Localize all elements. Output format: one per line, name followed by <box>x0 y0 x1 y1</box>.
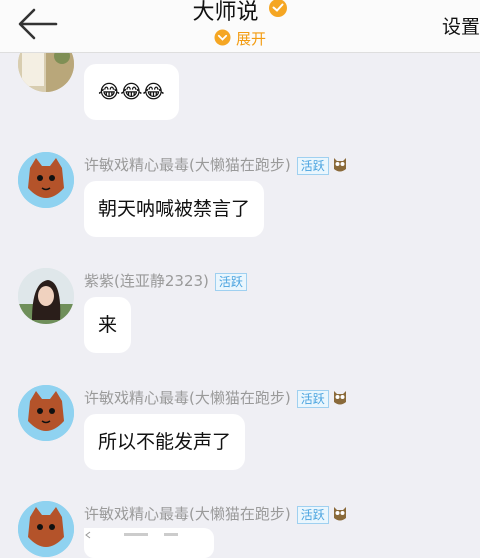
image-message[interactable] <box>84 528 214 558</box>
message-bubble[interactable]: 😂😂😂 <box>84 64 179 120</box>
owl-icon <box>333 388 347 410</box>
settings-button[interactable]: 设置 <box>442 12 480 39</box>
chat-title: 大师说 <box>0 0 480 26</box>
sender-name: 许敏戏精心最毒(大懒猫在跑步) 活跃 <box>84 387 347 410</box>
sender-name: 紫紫(连亚静2323) 活跃 <box>84 270 247 291</box>
message-text: 😂😂😂 <box>98 81 165 103</box>
owl-icon <box>333 504 347 526</box>
message-text: 朝天呐喊被禁言了 <box>98 198 251 220</box>
page-title: 大师说 <box>192 0 259 25</box>
message-bubble[interactable]: 朝天呐喊被禁言了 <box>84 181 265 237</box>
verified-badge-icon <box>268 0 288 22</box>
avatar[interactable] <box>18 268 74 324</box>
sender-name-text: 许敏戏精心最毒(大懒猫在跑步) <box>84 389 291 407</box>
active-badge: 活跃 <box>296 505 329 524</box>
sender-name-text: 紫紫(连亚静2323) <box>84 272 209 290</box>
avatar[interactable] <box>18 385 74 441</box>
sender-name: 许敏戏精心最毒(大懒猫在跑步) 活跃 <box>84 503 347 526</box>
sender-name-text: 许敏戏精心最毒(大懒猫在跑步) <box>84 505 291 523</box>
message-bubble[interactable]: 来 <box>84 297 132 353</box>
owl-icon <box>333 155 347 177</box>
expand-label: 展开 <box>235 30 266 48</box>
sender-name: 许敏戏精心最毒(大懒猫在跑步) 活跃 <box>84 154 347 177</box>
message-text: 所以不能发声了 <box>98 431 232 453</box>
active-badge: 活跃 <box>214 272 247 291</box>
active-badge: 活跃 <box>296 156 329 175</box>
avatar[interactable] <box>18 152 74 208</box>
sender-name-text: 许敏戏精心最毒(大懒猫在跑步) <box>84 156 291 174</box>
message-text: 来 <box>98 314 118 336</box>
chat-header: 大师说 展开 设置 <box>0 0 480 53</box>
chevron-down-icon <box>214 29 231 50</box>
expand-button[interactable]: 展开 <box>0 28 480 50</box>
avatar[interactable] <box>18 501 74 557</box>
active-badge: 活跃 <box>296 389 329 408</box>
message-bubble[interactable]: 所以不能发声了 <box>84 414 246 470</box>
